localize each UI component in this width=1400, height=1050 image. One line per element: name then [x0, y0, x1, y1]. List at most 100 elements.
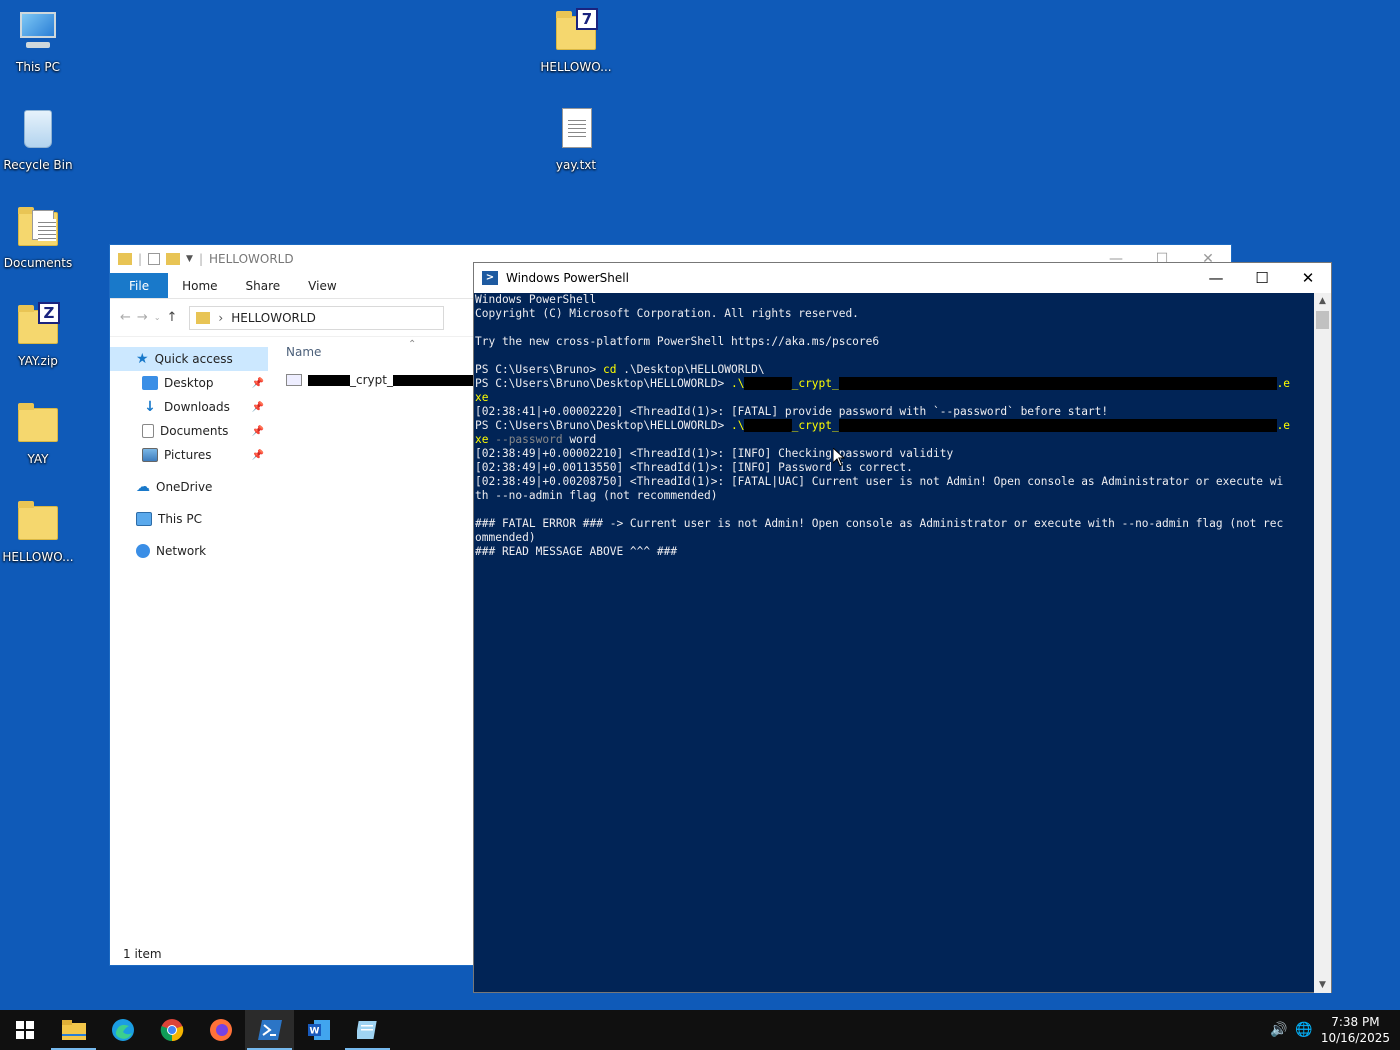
desktop-icon-this-pc[interactable]: This PC — [0, 8, 76, 75]
properties-icon[interactable] — [148, 253, 161, 265]
documents-shortcut-icon — [14, 204, 62, 252]
clock-time: 7:38 PM — [1331, 1015, 1380, 1029]
forward-arrow-icon[interactable]: → — [137, 310, 148, 325]
new-folder-icon[interactable] — [166, 253, 181, 265]
taskbar-powershell[interactable] — [245, 1010, 294, 1050]
tab-share[interactable]: Share — [232, 273, 295, 298]
nav-downloads[interactable]: ↓ Downloads 📌 — [110, 395, 268, 419]
powershell-window[interactable]: > Windows PowerShell — ☐ ✕ Windows Power… — [473, 262, 1332, 993]
file-item[interactable]: _crypt_ — [286, 373, 483, 387]
powershell-title-bar[interactable]: > Windows PowerShell — ☐ ✕ — [474, 263, 1331, 293]
pin-icon[interactable]: 📌 — [252, 426, 264, 437]
nav-label: Network — [156, 544, 207, 558]
close-button[interactable]: ✕ — [1285, 263, 1331, 293]
start-button[interactable] — [0, 1010, 49, 1050]
desktop-icon-yay-folder[interactable]: YAY — [0, 400, 76, 467]
star-icon: ★ — [136, 351, 149, 367]
network-globe-icon[interactable]: 🌐 — [1295, 1022, 1312, 1038]
desktop-icon-helloworld-folder[interactable]: HELLOWO... — [0, 498, 76, 565]
nav-pictures[interactable]: Pictures 📌 — [110, 443, 268, 467]
sort-arrow-icon: ⌃ — [408, 339, 417, 350]
customize-quick-access-icon[interactable]: ▼ — [186, 254, 193, 264]
word-icon: W — [307, 1020, 330, 1040]
nav-desktop[interactable]: Desktop 📌 — [110, 371, 268, 395]
desktop-icon-label: yay.txt — [555, 158, 597, 172]
redacted-text — [308, 374, 350, 386]
address-text: HELLOWORLD — [231, 310, 316, 325]
file-name: _crypt_ — [350, 373, 393, 387]
address-bar[interactable]: › HELLOWORLD — [189, 305, 445, 330]
minimize-button[interactable]: — — [1193, 263, 1239, 293]
tab-file[interactable]: File — [110, 273, 169, 298]
command: .\ — [730, 419, 745, 432]
vertical-scrollbar[interactable]: ▲ ▼ — [1314, 293, 1331, 993]
nav-label: Downloads — [164, 400, 230, 414]
system-tray: 🔊 🌐 7:38 PM 10/16/2025 — [1270, 1010, 1400, 1050]
pin-icon[interactable]: 📌 — [252, 378, 264, 389]
clock-date: 10/16/2025 — [1320, 1031, 1390, 1045]
taskbar-word[interactable]: W — [294, 1010, 343, 1050]
scroll-up-icon[interactable]: ▲ — [1314, 293, 1331, 309]
start-icon — [15, 1021, 34, 1039]
desktop-icon-label: HELLOWO... — [2, 550, 74, 564]
nav-label: Pictures — [164, 448, 212, 462]
command: .e — [1276, 377, 1291, 390]
taskbar-file-explorer[interactable] — [49, 1010, 98, 1050]
taskbar-edge[interactable] — [98, 1010, 147, 1050]
command: xe — [475, 433, 489, 446]
desktop-icon-documents[interactable]: Documents — [0, 204, 76, 271]
nav-quick-access[interactable]: ★ Quick access — [110, 347, 268, 371]
desktop-icon-yay-zip[interactable]: Z YAY.zip — [0, 302, 76, 369]
desktop-icon-yay-txt[interactable]: yay.txt — [538, 106, 614, 173]
scroll-thumb[interactable] — [1316, 311, 1329, 329]
redacted-text: xxxxxxxxxxxxxxxxxxxxxxxxxxxxxxxxxxxxxxxx… — [838, 377, 1277, 390]
recycle-bin-icon — [14, 106, 62, 154]
svg-text:W: W — [309, 1027, 319, 1037]
taskbar-notepad[interactable] — [343, 1010, 392, 1050]
maximize-button[interactable]: ☐ — [1239, 263, 1285, 293]
pin-icon[interactable]: 📌 — [252, 450, 264, 461]
column-header-name[interactable]: Name — [286, 345, 321, 359]
this-pc-icon — [14, 8, 62, 56]
cloud-icon: ☁ — [136, 479, 150, 495]
pin-icon[interactable]: 📌 — [252, 402, 264, 413]
redacted-text: xxxxxxx — [744, 419, 792, 432]
nav-network[interactable]: Network — [110, 539, 268, 563]
separator: | — [198, 252, 204, 266]
nav-label: This PC — [158, 512, 202, 526]
status-bar-text: 1 item — [123, 947, 162, 961]
back-arrow-icon[interactable]: ← — [120, 310, 131, 325]
executable-icon — [286, 374, 302, 386]
tab-home[interactable]: Home — [168, 273, 231, 298]
nav-this-pc[interactable]: This PC — [110, 507, 268, 531]
clock[interactable]: 7:38 PM 10/16/2025 — [1321, 1014, 1390, 1046]
nav-label: Documents — [160, 424, 229, 438]
console-output[interactable]: Windows PowerShell Copyright (C) Microsof… — [475, 293, 1315, 993]
pictures-icon — [142, 448, 158, 462]
nav-documents[interactable]: Documents 📌 — [110, 419, 268, 443]
separator: | — [138, 252, 143, 266]
command: _crypt_ — [791, 419, 839, 432]
nav-onedrive[interactable]: ☁ OneDrive — [110, 475, 268, 499]
desktop-icon-recycle-bin[interactable]: Recycle Bin — [0, 106, 76, 173]
console-line: [02:38:49|+0.00002210] <ThreadId(1)>: [I… — [475, 447, 954, 460]
folder-icon — [14, 400, 62, 448]
desktop-icon — [142, 376, 158, 390]
zip-icon: Z — [14, 302, 62, 350]
taskbar-chrome[interactable] — [147, 1010, 196, 1050]
window-title: Windows PowerShell — [506, 271, 629, 285]
scroll-down-icon[interactable]: ▼ — [1314, 977, 1331, 993]
up-arrow-icon[interactable]: ↑ — [167, 310, 178, 325]
command: .\ — [730, 377, 745, 390]
taskbar-firefox[interactable] — [196, 1010, 245, 1050]
prompt: PS C:\Users\Bruno\Desktop\HELLOWORLD> — [475, 419, 731, 432]
recent-locations-icon[interactable]: ⌄ — [154, 313, 161, 322]
console-line: ### READ MESSAGE ABOVE ^^^ ### — [475, 545, 678, 558]
desktop-icon-helloworld-archive[interactable]: 7 HELLOWO... — [538, 8, 614, 75]
prompt: PS C:\Users\Bruno> — [475, 363, 603, 376]
folder-icon — [118, 253, 132, 265]
redacted-text: xxxxxxxxxxxxxxxxxxxxxxxxxxxxxxxxxxxxxxxx… — [838, 419, 1277, 432]
volume-icon[interactable]: 🔊 — [1270, 1022, 1287, 1038]
tab-view[interactable]: View — [294, 273, 350, 298]
command: _crypt_ — [791, 377, 839, 390]
